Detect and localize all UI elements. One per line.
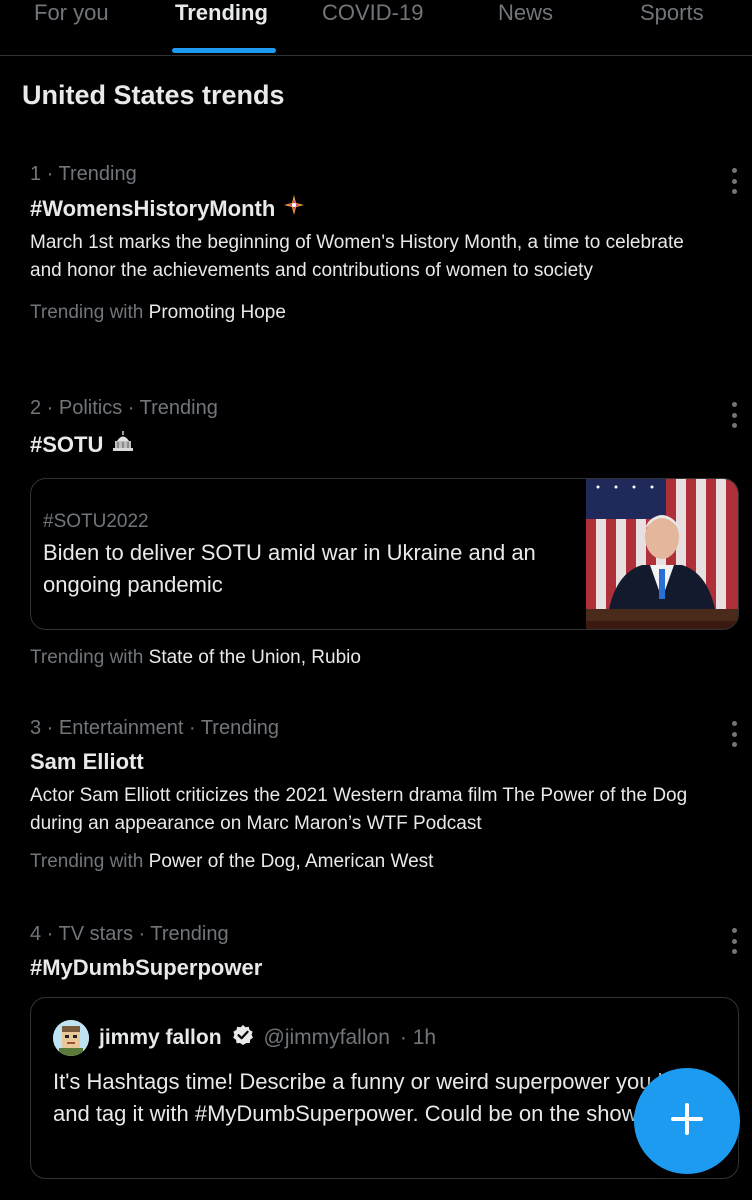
trend-item-2[interactable]: 2 · Politics · Trending #SOTU <box>30 396 730 459</box>
news-headline: Biden to deliver SOTU amid war in Ukrain… <box>43 540 536 597</box>
tweet-author-handle[interactable]: @jimmyfallon <box>264 1026 390 1050</box>
news-tag: #SOTU2022 <box>43 511 149 532</box>
capitol-icon <box>111 430 135 459</box>
tweet-text: It's Hashtags time! Describe a funny or … <box>53 1069 706 1126</box>
more-options-icon[interactable] <box>730 402 738 428</box>
news-card-text: #SOTU2022 Biden to deliver SOTU amid war… <box>43 511 593 601</box>
trend-name: #WomensHistoryMonth <box>30 194 730 223</box>
plus-icon <box>667 1099 707 1144</box>
trending-with-value[interactable]: Power of the Dog, American West <box>149 851 434 872</box>
trend-title: #MyDumbSuperpower <box>30 955 263 980</box>
trending-with: Trending with State of the Union, Rubio <box>30 646 730 670</box>
tweet-author-name[interactable]: jimmy fallon <box>99 1026 222 1050</box>
news-thumbnail <box>586 479 738 629</box>
trend-title: #WomensHistoryMonth <box>30 195 276 221</box>
trend-item-4[interactable]: 4 · TV stars · Trending #MyDumbSuperpowe… <box>30 922 730 982</box>
trend-item-1[interactable]: 1 · Trending #WomensHistoryMonth March 1… <box>30 162 730 325</box>
sparkle-star-icon <box>283 194 305 223</box>
tweet-header: jimmy fallon @jimmyfallon · 1h <box>53 1020 436 1056</box>
tweet-timestamp: · 1h <box>399 1026 437 1049</box>
trending-with-label: Trending with <box>30 647 144 668</box>
trend-meta: 2 · Politics · Trending <box>30 397 218 419</box>
embedded-tweet-card[interactable]: jimmy fallon @jimmyfallon · 1h It's Hash… <box>30 997 739 1179</box>
trend-name: #MyDumbSuperpower <box>30 954 730 982</box>
tab-for-you[interactable]: For you <box>34 0 109 56</box>
more-options-icon[interactable] <box>730 721 738 747</box>
trend-title: #SOTU <box>30 431 104 457</box>
trend-meta: 1 · Trending <box>30 163 137 185</box>
trend-description: March 1st marks the beginning of Women's… <box>30 232 684 281</box>
verified-badge-icon <box>232 1024 254 1052</box>
trend-name: Sam Elliott <box>30 748 730 776</box>
more-options-icon[interactable] <box>730 168 738 194</box>
trend-title: Sam Elliott <box>30 749 144 774</box>
trend-item-2-with: Trending with State of the Union, Rubio <box>30 646 730 670</box>
tab-covid-19[interactable]: COVID-19 <box>322 0 423 56</box>
news-card[interactable]: #SOTU2022 Biden to deliver SOTU amid war… <box>30 478 739 630</box>
avatar[interactable] <box>53 1020 89 1056</box>
trending-with-value[interactable]: Promoting Hope <box>149 302 286 323</box>
compose-tweet-button[interactable] <box>634 1068 740 1174</box>
top-tab-bar: For you Trending COVID-19 News Sports <box>0 0 752 56</box>
tab-news[interactable]: News <box>498 0 553 56</box>
trend-description: Actor Sam Elliott criticizes the 2021 We… <box>30 785 688 834</box>
trend-meta: 3 · Entertainment · Trending <box>30 717 280 739</box>
active-tab-indicator <box>172 48 276 53</box>
more-options-icon[interactable] <box>730 928 738 954</box>
trend-item-3[interactable]: 3 · Entertainment · Trending Sam Elliott… <box>30 716 730 874</box>
trend-meta: 4 · TV stars · Trending <box>30 923 229 945</box>
trending-with-label: Trending with <box>30 302 144 323</box>
tab-sports[interactable]: Sports <box>640 0 704 56</box>
trending-with-label: Trending with <box>30 851 144 872</box>
trending-with: Trending with Promoting Hope <box>30 301 730 325</box>
trending-with-value[interactable]: State of the Union, Rubio <box>149 647 361 668</box>
section-title: United States trends <box>22 80 285 110</box>
trend-name: #SOTU <box>30 430 730 459</box>
trending-with: Trending with Power of the Dog, American… <box>30 850 730 874</box>
